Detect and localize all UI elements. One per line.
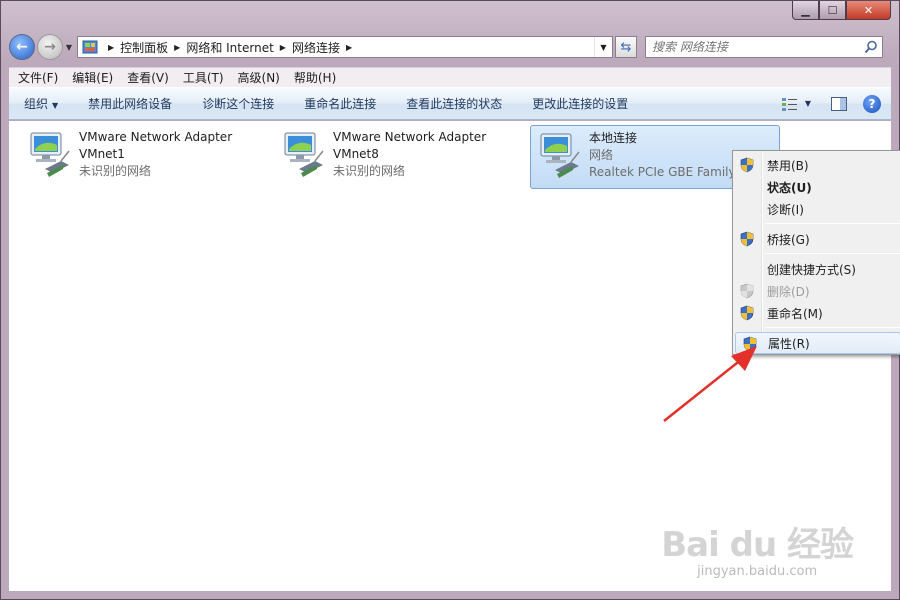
menu-help[interactable]: 帮助(H) [287,69,343,86]
menu-bar: 文件(F) 编辑(E) 查看(V) 工具(T) 高级(N) 帮助(H) [9,67,891,87]
baidu-jingyan-watermark: Bai du 经验 jingyan.baidu.com [661,517,854,579]
command-bar-right: ▼ ? [771,88,891,119]
breadcrumb-network-internet[interactable]: 网络和 Internet [186,39,273,56]
search-input[interactable] [652,40,852,54]
help-button[interactable]: ? [863,94,881,113]
connection-status: 未识别的网络 [333,164,406,178]
chevron-right-icon[interactable]: ▶ [174,43,180,52]
forward-arrow-icon: → [44,39,56,55]
connection-vmnet8[interactable]: VMware Network Adapter VMnet8 未识别的网络 [275,125,525,189]
explorer-window: ▁ ☐ ✕ ← → ▼ ▶ 控制面板 ▶ 网络和 Internet ▶ 网络连接… [0,0,900,600]
ctx-disable-label: 禁用(B) [767,158,809,173]
network-adapter-icon [540,133,580,178]
search-box[interactable] [645,36,883,58]
organize-button[interactable]: 组织 ▼ [9,95,73,112]
navigation-row: ← → ▼ ▶ 控制面板 ▶ 网络和 Internet ▶ 网络连接 ▶ ▼ ⇆ [9,33,891,61]
network-adapter-icon [284,132,324,177]
menu-edit[interactable]: 编辑(E) [65,69,120,86]
connection-name: 本地连接 [589,131,638,145]
change-view-button[interactable]: ▼ [771,97,821,111]
organize-label: 组织 [24,97,49,111]
recent-pages-dropdown[interactable]: ▼ [63,43,75,52]
search-icon[interactable] [864,40,878,54]
chevron-right-icon[interactable]: ▶ [108,43,114,52]
ctx-rename-label: 重命名(M) [767,306,823,321]
view-status-button[interactable]: 查看此连接的状态 [391,95,517,112]
uac-shield-icon [740,283,754,299]
connection-device: VMnet1 [79,147,125,161]
red-annotation-arrow-icon [663,346,757,422]
connection-status: 未识别的网络 [79,164,152,178]
ctx-properties-label: 属性(R) [768,336,810,351]
menu-separator [765,327,900,328]
diagnose-connection-button[interactable]: 诊断这个连接 [187,95,289,112]
close-button[interactable]: ✕ [846,1,891,20]
network-adapter-icon [30,132,70,177]
breadcrumb-control-panel[interactable]: 控制面板 [120,39,168,56]
uac-shield-icon [740,157,754,173]
back-button[interactable]: ← [9,34,35,60]
ctx-delete-label: 删除(D) [767,284,810,299]
menu-advanced[interactable]: 高级(N) [231,69,287,86]
maximize-button[interactable]: ☐ [819,1,846,20]
view-list-icon [781,97,797,111]
uac-shield-icon [740,305,754,321]
context-menu: 禁用(B) 状态(U) 诊断(I) 桥接(G) 创建快捷方式(S) 删除(D) … [732,150,900,355]
control-panel-icon [82,40,98,54]
ctx-status[interactable]: 状态(U) [733,176,900,198]
ctx-create-shortcut-label: 创建快捷方式(S) [767,262,856,277]
chevron-right-icon[interactable]: ▶ [280,43,286,52]
disable-device-button[interactable]: 禁用此网络设备 [73,95,187,112]
address-bar[interactable]: ▶ 控制面板 ▶ 网络和 Internet ▶ 网络连接 ▶ ▼ [77,36,613,58]
change-settings-button[interactable]: 更改此连接的设置 [517,95,643,112]
breadcrumb: ▶ 控制面板 ▶ 网络和 Internet ▶ 网络连接 ▶ [102,39,358,56]
forward-button[interactable]: → [37,34,63,60]
ctx-bridge-label: 桥接(G) [767,232,810,247]
preview-pane-button[interactable] [821,96,857,111]
watermark-url: jingyan.baidu.com [697,564,818,579]
breadcrumb-network-connections[interactable]: 网络连接 [292,39,340,56]
ctx-diagnose-label: 诊断(I) [767,202,804,217]
address-dropdown-icon[interactable]: ▼ [594,37,612,57]
ctx-bridge[interactable]: 桥接(G) [733,228,900,250]
connection-network: 网络 [589,148,614,162]
command-bar: 组织 ▼ 禁用此网络设备 诊断这个连接 重命名此连接 查看此连接的状态 更改此连接… [9,87,891,120]
preview-pane-icon [831,96,847,111]
back-arrow-icon: ← [16,39,28,55]
caption-buttons: ▁ ☐ ✕ [792,1,891,20]
minimize-button[interactable]: ▁ [792,1,819,20]
menu-view[interactable]: 查看(V) [120,69,176,86]
refresh-icon: ⇆ [620,39,632,55]
connection-device: Realtek PCIe GBE Family [589,165,736,179]
ctx-delete: 删除(D) [733,280,900,302]
ctx-diagnose[interactable]: 诊断(I) [733,198,900,220]
help-icon: ? [868,96,876,111]
chevron-right-icon[interactable]: ▶ [346,43,352,52]
uac-shield-icon [740,231,754,247]
menu-file[interactable]: 文件(F) [11,69,65,86]
ctx-status-label: 状态(U) [767,180,812,195]
menu-tools[interactable]: 工具(T) [176,69,231,86]
connection-name: VMware Network Adapter [333,130,487,144]
menu-separator [765,223,900,224]
connection-device: VMnet8 [333,147,379,161]
ctx-rename[interactable]: 重命名(M) [733,302,900,324]
chevron-down-icon: ▼ [804,99,811,108]
ctx-create-shortcut[interactable]: 创建快捷方式(S) [733,258,900,280]
rename-connection-button[interactable]: 重命名此连接 [289,95,391,112]
refresh-button[interactable]: ⇆ [615,36,637,58]
connection-vmnet1[interactable]: VMware Network Adapter VMnet1 未识别的网络 [21,125,271,189]
watermark-brand: Bai du 经验 [661,525,854,565]
ctx-disable[interactable]: 禁用(B) [733,154,900,176]
chevron-down-icon: ▼ [52,101,59,110]
connection-name: VMware Network Adapter [79,130,233,144]
menu-separator [765,253,900,254]
